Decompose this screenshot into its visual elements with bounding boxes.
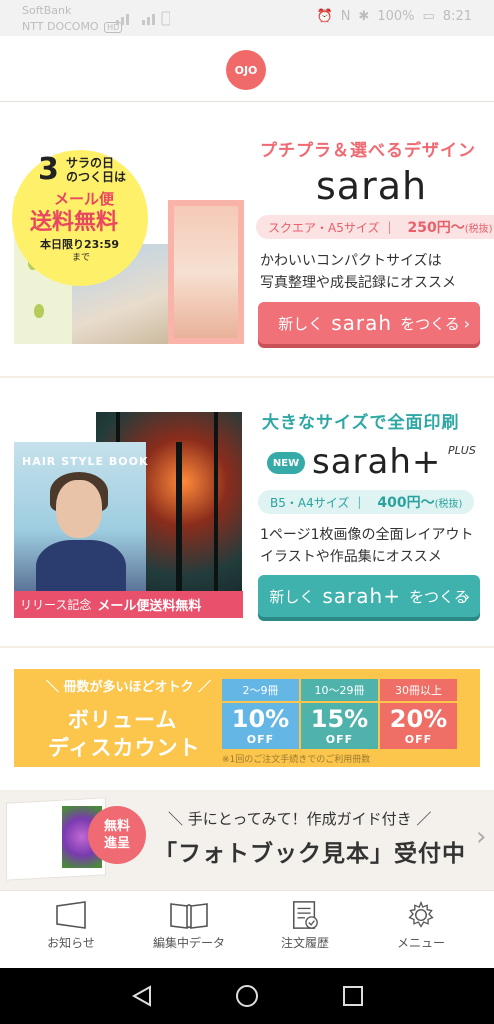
- sarah-plus-wordmark: sarah+: [312, 442, 442, 482]
- discount-tier-2: 10〜29冊 15% OFF: [301, 679, 378, 749]
- chevron-right-icon[interactable]: ›: [476, 822, 486, 852]
- battery-icon: ▭: [422, 9, 435, 24]
- discount-title-1: ボリューム: [68, 708, 178, 732]
- discount-tier-1: 2〜9冊 10% OFF: [222, 679, 299, 749]
- sarah-plus-size-price: B5・A4サイズ | 400円〜 (税抜): [258, 490, 475, 514]
- battery-percent: 100%: [377, 9, 415, 24]
- divider: [0, 376, 494, 378]
- chevron-right-icon: ›: [463, 313, 470, 333]
- nav-notifications[interactable]: お知らせ: [16, 900, 126, 951]
- carrier-name-2: NTT DOCOMO HD: [22, 20, 123, 33]
- sarah-plus-desc-1: 1ページ1枚画像の全面レイアウト: [260, 527, 474, 543]
- nfc-icon: N: [340, 9, 351, 24]
- discount-note: ※1回のご注文手続きでのご利用冊数: [222, 755, 371, 765]
- megaphone-icon: [56, 901, 86, 929]
- sarah-tagline: プチプラ＆選べるデザイン: [260, 141, 476, 161]
- bluetooth-icon: ✱: [358, 9, 370, 24]
- status-right: ⏰ N ✱ 100% ▭ 8:21: [317, 9, 473, 24]
- nav-editing-data[interactable]: 編集中データ: [134, 900, 244, 951]
- sarah-desc-1: かわいいコンパクトサイズは: [260, 253, 442, 269]
- sarah-desc-2: 写真整理や成長記録にオススメ: [260, 275, 456, 291]
- carrier-name-1: SoftBank: [22, 4, 72, 17]
- new-badge: NEW: [267, 452, 305, 474]
- back-icon[interactable]: [130, 984, 154, 1008]
- free-gift-badge: 無料 進呈: [88, 806, 146, 864]
- recents-icon[interactable]: [341, 984, 365, 1008]
- signal-icon: [116, 11, 170, 26]
- plus-label: PLUS: [448, 444, 476, 457]
- model-face: [56, 480, 102, 538]
- clock: 8:21: [442, 9, 472, 24]
- ojo-logo[interactable]: OJO: [226, 50, 266, 90]
- open-book-icon: [170, 903, 208, 929]
- order-document-icon: [293, 901, 318, 929]
- sample-subtitle: ＼ 手にとってみて！作成ガイド付き ／: [168, 810, 432, 828]
- status-bar: SoftBank NTT DOCOMO HD ⏰ N ✱ 100% ▭ 8:21: [0, 0, 494, 36]
- sarah-size-price: スクエア・A5サイズ | 250円〜 (税抜): [256, 215, 494, 239]
- create-sarah-button[interactable]: 新しく sarah をつくる ›: [258, 302, 480, 344]
- sarah-wordmark: sarah: [316, 164, 428, 208]
- nav-order-history[interactable]: 注文履歴: [250, 900, 360, 951]
- alarm-icon: ⏰: [316, 9, 333, 24]
- sample-title: 「フォトブック見本」受付中: [154, 841, 466, 867]
- promo-until: まで: [72, 253, 91, 263]
- sarah-plus-tagline: 大きなサイズで全面印刷: [262, 413, 460, 433]
- divider: [0, 646, 494, 648]
- nav-menu[interactable]: メニュー: [366, 900, 476, 951]
- discount-header: ＼ 冊数が多いほどオトク ／: [46, 680, 212, 695]
- promo-day-text: サラの日 のつく日は: [66, 156, 127, 184]
- app-header: OJO: [0, 36, 494, 102]
- promo-free-shipping: 送料無料: [30, 210, 119, 235]
- sarah-plus-desc-2: イラストや作品集にオススメ: [260, 549, 442, 565]
- promo-day-number: 3: [38, 152, 59, 187]
- create-sarah-plus-button[interactable]: 新しく sarah+ をつくる ›: [258, 575, 480, 617]
- release-banner: リリース記念 メール便送料無料: [14, 591, 243, 618]
- hair-book-title: HAIR STYLE BOOK: [22, 455, 149, 468]
- discount-tier-3: 30冊以上 20% OFF: [380, 679, 457, 749]
- girl-photo-image: [168, 200, 244, 344]
- discount-title-2: ディスカウント: [48, 736, 201, 760]
- chevron-right-icon: ›: [463, 586, 470, 606]
- home-icon[interactable]: [235, 984, 259, 1008]
- gear-icon: [408, 900, 434, 928]
